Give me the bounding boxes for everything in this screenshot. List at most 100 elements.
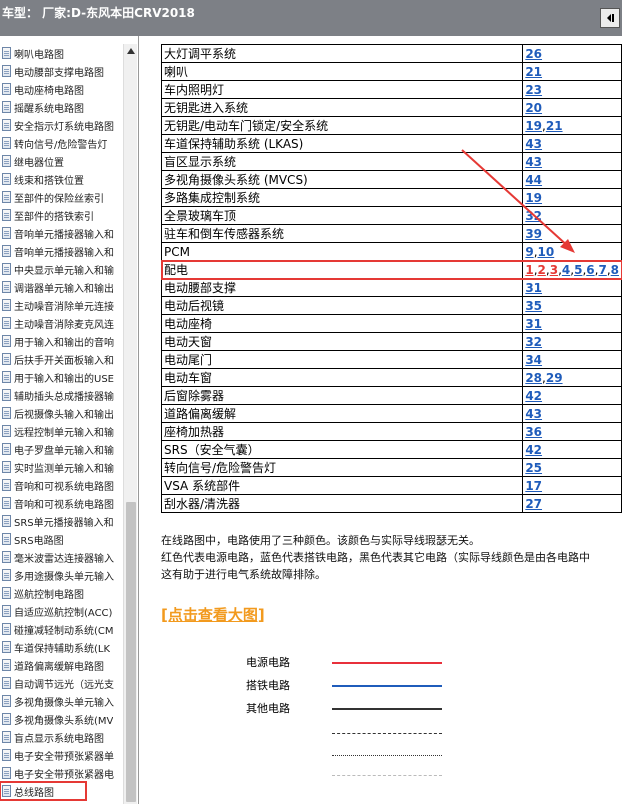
sidebar-item[interactable]: 转向信号/危险警告灯 <box>0 134 124 152</box>
sidebar-item[interactable]: 电动腰部支撑电路图 <box>0 62 124 80</box>
sidebar-item[interactable]: 多视角摄像头单元输入 <box>0 692 124 710</box>
sidebar-item[interactable]: 用于输入和输出的音响 <box>0 332 124 350</box>
sidebar-item[interactable]: 音响和可视系统电路图 <box>0 476 124 494</box>
sidebar-item[interactable]: 安全指示灯系统电路图 <box>0 116 124 134</box>
sidebar-scrollbar[interactable] <box>123 44 137 804</box>
sidebar-item[interactable]: 碰撞减轻制动系统(CM <box>0 620 124 638</box>
sidebar-item[interactable]: 多视角摄像头系统(MV <box>0 710 124 728</box>
page-links-cell: 25 <box>522 458 622 477</box>
sidebar-item[interactable]: 用于输入和输出的USE <box>0 368 124 386</box>
page-link[interactable]: 32 <box>525 335 542 349</box>
page-link[interactable]: 20 <box>525 101 542 115</box>
page-link[interactable]: 43 <box>525 155 542 169</box>
sidebar-item[interactable]: 音响和可视系统电路图 <box>0 494 124 512</box>
sidebar-item[interactable]: 远程控制单元输入和输 <box>0 422 124 440</box>
sidebar-item[interactable]: SRS电路图 <box>0 530 124 548</box>
sidebar-item[interactable]: 线束和搭铁位置 <box>0 170 124 188</box>
sidebar-item-label: 用于输入和输出的USE <box>14 373 114 385</box>
page-link[interactable]: 25 <box>525 461 542 475</box>
page-link[interactable]: 29 <box>546 371 563 385</box>
system-name-cell: 无钥匙/电动车门锁定/安全系统 <box>160 116 524 135</box>
page-link[interactable]: 19 <box>525 191 542 205</box>
system-name-cell: VSA 系统部件 <box>160 476 524 495</box>
sidebar-tree: 喇叭电路图 电动腰部支撑电路图 电动座椅电路图 摇醒系统电路图 安全指示灯系统电路图 转向… <box>0 36 139 804</box>
panel-toggle-icon <box>607 14 614 22</box>
sidebar-item[interactable]: 电子罗盘单元输入和输 <box>0 440 124 458</box>
page-link[interactable]: 21 <box>546 119 563 133</box>
document-icon <box>2 515 11 527</box>
page-link[interactable]: 31 <box>525 317 542 331</box>
sidebar-item[interactable]: 实时监测单元输入和输 <box>0 458 124 476</box>
sidebar-item-label: 线束和搭铁位置 <box>14 175 84 187</box>
page-link[interactable]: 42 <box>525 443 542 457</box>
page-link[interactable]: 21 <box>525 65 542 79</box>
page-link[interactable]: 4 <box>562 263 570 277</box>
sidebar-item[interactable]: 巡航控制电路图 <box>0 584 124 602</box>
sidebar-item[interactable]: 音响单元播接器输入和 <box>0 224 124 242</box>
sidebar-item[interactable]: 调谐器单元输入和输出 <box>0 278 124 296</box>
sidebar-item[interactable]: 音响单元播接器输入和 <box>0 242 124 260</box>
page-link[interactable]: 35 <box>525 299 542 313</box>
page-link[interactable]: 31 <box>525 281 542 295</box>
table-row: PCM 9,10 <box>160 242 622 261</box>
sidebar-item[interactable]: 自适应巡航控制(ACC) <box>0 602 124 620</box>
sidebar-item[interactable]: 多用途摄像头单元输入 <box>0 566 124 584</box>
page-link[interactable]: 3 <box>550 263 558 277</box>
page-link[interactable]: 17 <box>525 479 542 493</box>
page-link[interactable]: 19 <box>525 119 542 133</box>
sidebar-item[interactable]: 毫米波雷达连接器输入 <box>0 548 124 566</box>
page-links-cell: 23 <box>522 80 622 99</box>
sidebar-item[interactable]: 后扶手开关面板输入和 <box>0 350 124 368</box>
sidebar-item[interactable]: 电子安全带预张紧器单 <box>0 746 124 764</box>
table-row: 无钥匙/电动车门锁定/安全系统 19,21 <box>160 116 622 135</box>
page-link[interactable]: 39 <box>525 227 542 241</box>
page-link[interactable]: 8 <box>611 263 619 277</box>
sidebar-item[interactable]: 电动座椅电路图 <box>0 80 124 98</box>
sidebar-item[interactable]: 继电器位置 <box>0 152 124 170</box>
document-icon <box>2 785 11 797</box>
sidebar-item[interactable]: 自动调节远光（远光支 <box>0 674 124 692</box>
sidebar-item[interactable]: SRS单元播接器输入和 <box>0 512 124 530</box>
page-link[interactable]: 43 <box>525 407 542 421</box>
page-link[interactable]: 28 <box>525 371 542 385</box>
page-link[interactable]: 7 <box>598 263 606 277</box>
description-line-3: 这有助于进行电气系统故障排除。 <box>161 568 326 581</box>
page-link[interactable]: 43 <box>525 137 542 151</box>
scroll-thumb[interactable] <box>126 502 136 802</box>
page-link[interactable]: 10 <box>538 245 555 259</box>
sidebar-item[interactable]: 辅助插头总成播接器输 <box>0 386 124 404</box>
system-name-cell: 车道保持辅助系统 (LKAS) <box>160 134 524 153</box>
page-link[interactable]: 2 <box>538 263 546 277</box>
sidebar-item[interactable]: 喇叭电路图 <box>0 44 124 62</box>
page-link[interactable]: 42 <box>525 389 542 403</box>
sidebar-item[interactable]: 至部件的搭铁索引 <box>0 206 124 224</box>
sidebar-item-label: 多视角摄像头系统(MV <box>14 715 114 727</box>
sidebar-item[interactable]: 盲点显示系统电路图 <box>0 728 124 746</box>
panel-toggle-button[interactable] <box>600 8 620 28</box>
sidebar-item[interactable]: 道路偏离缓解电路图 <box>0 656 124 674</box>
sidebar-item[interactable]: 摇醒系统电路图 <box>0 98 124 116</box>
page-links-cell: 44 <box>522 170 622 189</box>
page-link[interactable]: 32 <box>525 209 542 223</box>
page-link[interactable]: 36 <box>525 425 542 439</box>
page-link[interactable]: 26 <box>525 47 542 61</box>
sidebar-item[interactable]: 主动噪音消除单元连接 <box>0 296 124 314</box>
page-link[interactable]: 23 <box>525 83 542 97</box>
page-link[interactable]: 27 <box>525 497 542 511</box>
sidebar-item[interactable]: 总线路图 <box>0 781 87 801</box>
sidebar-item[interactable]: 至部件的保险丝索引 <box>0 188 124 206</box>
page-link[interactable]: 34 <box>525 353 542 367</box>
system-name-cell: 电动座椅 <box>160 314 524 333</box>
sidebar-item[interactable]: 主动噪音消除麦克风连 <box>0 314 124 332</box>
scroll-up-button[interactable] <box>124 44 138 58</box>
sidebar-item[interactable]: 车道保持辅助系统(LK <box>0 638 124 656</box>
page-link[interactable]: 6 <box>586 263 594 277</box>
view-large-image-link[interactable]: [点击查看大图] <box>161 604 265 625</box>
page-link[interactable]: 9 <box>525 245 533 259</box>
sidebar-item[interactable]: 电子安全带预张紧器电 <box>0 764 124 782</box>
sidebar-item[interactable]: 后视摄像头输入和输出 <box>0 404 124 422</box>
page-link[interactable]: 1 <box>525 263 533 277</box>
page-link[interactable]: 44 <box>525 173 542 187</box>
sidebar-item-label: 车道保持辅助系统(LK <box>14 643 111 655</box>
sidebar-item[interactable]: 中央显示单元输入和输 <box>0 260 124 278</box>
